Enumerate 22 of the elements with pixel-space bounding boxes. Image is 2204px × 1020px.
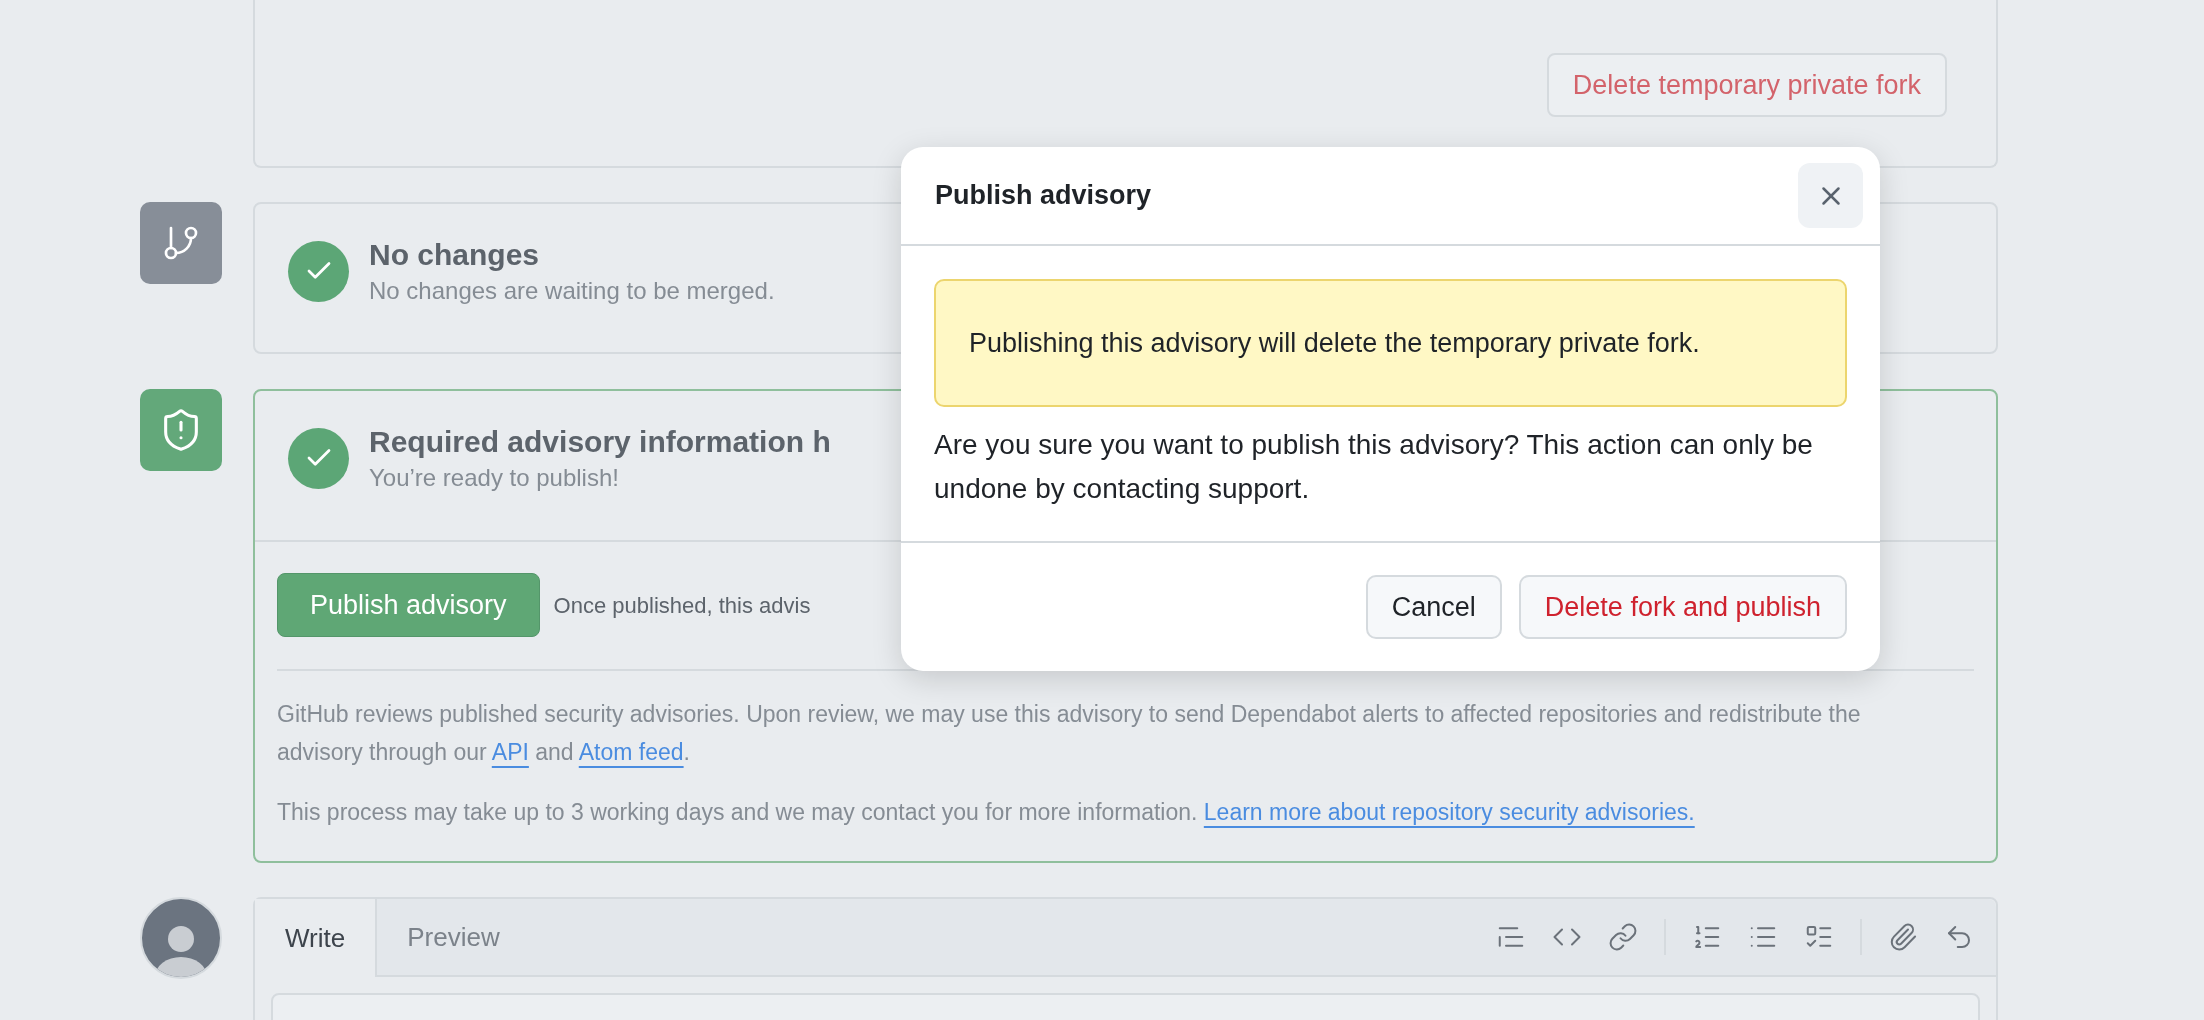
cancel-button[interactable]: Cancel xyxy=(1365,575,1502,639)
info-paragraph: This process may take up to 3 working days and we may contact you for more information. Learn more about repository security advisories. xyxy=(277,798,1696,827)
delete-fork-publish-button[interactable]: Delete fork and publish xyxy=(1518,575,1847,639)
editor-tab[interactable]: Write xyxy=(255,899,378,977)
close-button[interactable] xyxy=(1798,163,1863,228)
status-subtitle: You’re ready to publish! xyxy=(369,463,620,493)
publish-note: Once published, this advis xyxy=(553,591,811,620)
editor-tab[interactable]: Preview xyxy=(377,899,530,975)
link[interactable]: Learn more about repository security advisories. xyxy=(1203,799,1695,825)
status-title: Required advisory information h xyxy=(369,424,831,460)
dialog-title: Publish advisory xyxy=(935,179,1152,213)
publish-advisory-button[interactable]: Publish advisory xyxy=(277,573,540,637)
status-title: No changes xyxy=(369,237,541,273)
dialog-message: Are you sure you want to publish this advisory? This action can only be undone by contacting support. xyxy=(934,428,1814,506)
warning-text: Publishing this advisory will delete the temporary private fork. xyxy=(969,326,1700,360)
status-subtitle: No changes are waiting to be merged. xyxy=(369,276,775,306)
paperclip-icon[interactable] xyxy=(1888,922,1918,952)
link[interactable]: Atom feed xyxy=(578,739,684,765)
info-paragraph: GitHub reviews published security advisories. Upon review, we may use this advisory to send Dependabot alerts to affected repositories and redistribute the advisory through our API and Atom feed. xyxy=(277,700,1862,767)
delete-fork-button[interactable]: Delete temporary private fork xyxy=(1546,53,1947,117)
link[interactable]: API xyxy=(491,739,529,765)
link-icon[interactable] xyxy=(1608,922,1638,952)
